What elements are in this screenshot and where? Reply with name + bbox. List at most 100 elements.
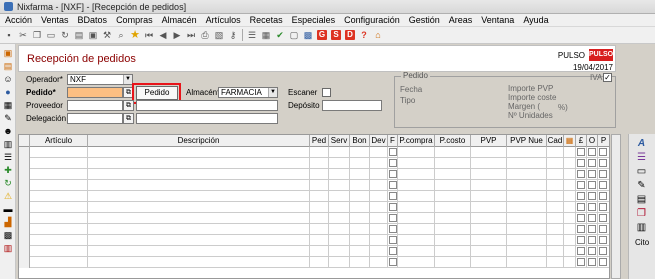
table-cell[interactable] [310,224,329,235]
table-cell[interactable] [350,224,370,235]
table-cell[interactable] [547,246,564,257]
row-checkbox[interactable] [577,225,585,233]
key-icon[interactable]: ⚷ [228,30,238,40]
table-cell[interactable] [564,147,576,158]
menu-gestion[interactable]: Gestión [409,15,440,25]
table-cell[interactable] [547,169,564,180]
table-cell[interactable] [370,235,388,246]
table-cell[interactable] [547,147,564,158]
save-icon[interactable]: ▪ [4,30,14,40]
table-cell[interactable] [310,191,329,202]
row-checkbox[interactable] [577,170,585,178]
table-cell[interactable] [435,169,471,180]
table-cell[interactable] [471,224,507,235]
table-cell[interactable] [310,202,329,213]
escaner-checkbox[interactable] [322,88,331,97]
table-cell[interactable] [398,246,435,257]
row-selector[interactable] [19,191,30,202]
table-cell[interactable] [547,213,564,224]
box-icon[interactable]: ▣ [3,48,13,58]
table-cell[interactable] [350,246,370,257]
grid-icon[interactable]: ▦ [261,30,271,40]
table-cell[interactable] [564,257,576,268]
table-cell[interactable] [471,235,507,246]
refresh-icon[interactable]: ↻ [60,30,70,40]
align-icon[interactable]: ☰ [635,152,648,164]
table-cell[interactable] [398,257,435,268]
row-checkbox[interactable] [588,247,596,255]
row-selector[interactable] [19,257,30,268]
person-icon[interactable]: ☺ [3,74,13,84]
table-cell[interactable] [30,191,88,202]
table-cell[interactable] [370,224,388,235]
table-cell[interactable] [398,202,435,213]
menu-ventas[interactable]: Ventas [41,15,69,25]
table-row[interactable] [19,180,609,191]
row-checkbox[interactable] [389,214,397,222]
row-checkbox[interactable] [389,170,397,178]
row-selector[interactable] [19,246,30,257]
row-checkbox[interactable] [588,214,596,222]
table-cell[interactable] [329,246,350,257]
table-cell[interactable] [88,202,310,213]
font-a-icon[interactable]: A [635,138,648,150]
table-cell[interactable] [564,180,576,191]
chevron-down-icon[interactable]: ▼ [123,75,132,84]
menu-bdatos[interactable]: BDatos [78,15,108,25]
table-cell[interactable] [310,147,329,158]
table-cell[interactable] [370,169,388,180]
copy-red-icon[interactable]: ❐ [635,208,648,220]
table-cell[interactable] [370,191,388,202]
row-selector[interactable] [19,169,30,180]
table-cell[interactable] [30,213,88,224]
table-cell[interactable] [507,213,547,224]
table-cell[interactable] [564,213,576,224]
table-cell[interactable] [370,158,388,169]
row-selector[interactable] [19,180,30,191]
table-row[interactable] [19,213,609,224]
col-bon[interactable]: Bon [350,135,370,147]
row-checkbox[interactable] [588,236,596,244]
table-cell[interactable] [507,180,547,191]
table-cell[interactable] [329,235,350,246]
col-serv[interactable]: Serv [329,135,350,147]
table-cell[interactable] [329,147,350,158]
table-cell[interactable] [507,257,547,268]
pencil-icon[interactable]: ✎ [3,113,13,123]
table-cell[interactable] [310,213,329,224]
prev-record-icon[interactable]: ◀ [158,30,168,40]
table-cell[interactable] [30,257,88,268]
chart-icon[interactable]: ▟ [3,217,13,227]
table-cell[interactable] [547,191,564,202]
menu-configuracion[interactable]: Configuración [344,15,400,25]
table-cell[interactable] [507,147,547,158]
row-checkbox[interactable] [599,214,607,222]
operador-select[interactable]: NXF ▼ [67,74,133,85]
delegacion-input[interactable] [67,113,123,124]
table-cell[interactable] [507,235,547,246]
g-badge-icon[interactable]: G [317,30,327,40]
lock-icon[interactable]: ▣ [88,30,98,40]
table-cell[interactable] [507,224,547,235]
table-cell[interactable] [30,246,88,257]
table-cell[interactable] [88,235,310,246]
table-cell[interactable] [564,202,576,213]
col-pcosto[interactable]: P.costo [435,135,471,147]
table-cell[interactable] [564,224,576,235]
row-checkbox[interactable] [588,192,596,200]
table-cell[interactable] [370,147,388,158]
edit-icon[interactable]: ✎ [635,180,648,192]
row-checkbox[interactable] [389,258,397,266]
check-icon[interactable]: ✔ [275,30,285,40]
pedido-input[interactable] [67,87,123,98]
row-checkbox[interactable] [389,181,397,189]
col-descripcion[interactable]: Descripción [88,135,310,147]
row-checkbox[interactable] [599,192,607,200]
table-cell[interactable] [88,246,310,257]
row-checkbox[interactable] [389,203,397,211]
plus-icon[interactable]: ✚ [3,165,13,175]
col-o[interactable]: O [587,135,598,147]
home-icon[interactable]: ⌂ [373,30,383,40]
table-cell[interactable] [435,158,471,169]
table-row[interactable] [19,169,609,180]
